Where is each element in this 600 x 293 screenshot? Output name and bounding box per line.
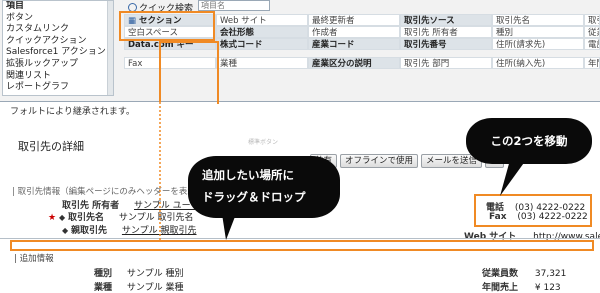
field-ticker-symbol[interactable]: 株式コード (216, 38, 308, 50)
field-industry-code[interactable]: 産業コード (308, 38, 400, 50)
field-ownership[interactable]: 会社形態 (216, 26, 308, 38)
section-divider (0, 238, 600, 239)
offline-button[interactable]: オフラインで使用 (340, 154, 419, 168)
type-value: サンプル 種別 (126, 269, 184, 279)
category-scrollbar[interactable] (107, 1, 113, 95)
field-web-site[interactable]: Web サイト (216, 14, 308, 26)
field-industry[interactable]: 業種 (216, 57, 308, 69)
industry-label: 業種 (94, 283, 113, 293)
field-employees[interactable]: 従業員数 (584, 26, 600, 38)
highlight-phone-fax (474, 194, 592, 227)
field-annual-revenue[interactable]: 年間売上 (584, 57, 600, 69)
account-name-label: 取引先名 (67, 213, 104, 223)
detail-title: 取引先の詳細 (18, 140, 84, 153)
category-item[interactable]: クイックアクション (3, 36, 113, 48)
row-employees[interactable]: 従業員数 37,321 (482, 266, 566, 279)
inherit-notice: フォルトにより継承されます。 (10, 107, 135, 117)
required-icon: ★ (48, 213, 57, 223)
parent-account-value: サンプル 親取引先 (121, 226, 197, 236)
category-item[interactable]: 拡張ルックアップ (3, 59, 113, 71)
callout-line-1: 追加したい場所に (202, 168, 294, 182)
palette-category-list: 項目 ボタン カスタムリンク クイックアクション Salesforce1 アクシ… (2, 0, 114, 96)
industry-value: サンプル 業種 (126, 283, 184, 293)
field-created-by[interactable]: 作成者 (308, 26, 400, 38)
category-item[interactable]: カスタムリンク (3, 24, 113, 36)
field-account-name[interactable]: 取引先名 (492, 14, 584, 26)
field-last-modified-by[interactable]: 最終更新者 (308, 14, 400, 26)
employees-label: 従業員数 (482, 269, 519, 279)
category-item[interactable]: 項目 (3, 1, 113, 13)
callout-drag-drop: 追加したい場所に ドラッグ＆ドロップ (188, 156, 340, 218)
type-label: 種別 (94, 269, 113, 279)
quick-find-input[interactable] (198, 0, 270, 11)
row-revenue[interactable]: 年間売上 ¥ 123 (482, 280, 561, 293)
field-marker-icon: ◆ (62, 226, 69, 235)
field-account-division-2[interactable]: 取引先 部門 (400, 57, 492, 69)
field-palette: 項目 ボタン カスタムリンク クイックアクション Salesforce1 アクシ… (0, 0, 600, 102)
field-phone[interactable]: 電話 (584, 38, 600, 50)
row-account-name[interactable]: ★ ◆ 取引先名 サンプル 取引先名 (48, 210, 193, 223)
callout-move-two: この2つを移動 (466, 118, 592, 164)
account-name-value: サンプル 取引先名 (118, 213, 194, 223)
field-marker-icon: ◆ (58, 213, 66, 222)
callout-line-2: ドラッグ＆ドロップ (202, 190, 306, 204)
field-account-source[interactable]: 取引先ソース (400, 14, 492, 26)
highlight-drop-target (10, 240, 594, 251)
category-item[interactable]: レポートグラフ (3, 82, 113, 94)
field-billing-address[interactable]: 住所(請求先) (492, 38, 584, 50)
category-item[interactable]: ボタン (3, 13, 113, 25)
row-parent-account[interactable]: ◆ 親取引先 サンプル 親取引先 (62, 223, 197, 236)
revenue-label: 年間売上 (482, 283, 519, 293)
field-account-number[interactable]: 取引先番号 (400, 38, 492, 50)
section-header-additional-info[interactable]: | 追加情報 (14, 252, 54, 264)
field-account-owner[interactable]: 取引先 所有者 (400, 26, 492, 38)
field-account-division[interactable]: 取引先部門 (584, 14, 600, 26)
category-item[interactable]: 関連リスト (3, 71, 113, 83)
employees-value: 37,321 (534, 269, 567, 279)
row-industry[interactable]: 業種 サンプル 業種 (94, 280, 183, 293)
field-type[interactable]: 種別 (492, 26, 584, 38)
parent-account-label: 親取引先 (71, 226, 108, 236)
field-fax[interactable]: Fax (124, 57, 216, 69)
standard-buttons-label: 標準ボタン (248, 139, 279, 146)
revenue-value: ¥ 123 (534, 283, 561, 293)
row-type[interactable]: 種別 サンプル 種別 (94, 266, 183, 279)
section-header-account-info[interactable]: | 取引先情報（編集ページにのみヘッダーを表示 (12, 185, 196, 197)
category-item[interactable]: Salesforce1 アクション (3, 47, 113, 59)
field-industry-description[interactable]: 産業区分の説明 (308, 57, 400, 69)
highlight-section-field (119, 11, 215, 41)
field-shipping-address[interactable]: 住所(納入先) (492, 57, 584, 69)
